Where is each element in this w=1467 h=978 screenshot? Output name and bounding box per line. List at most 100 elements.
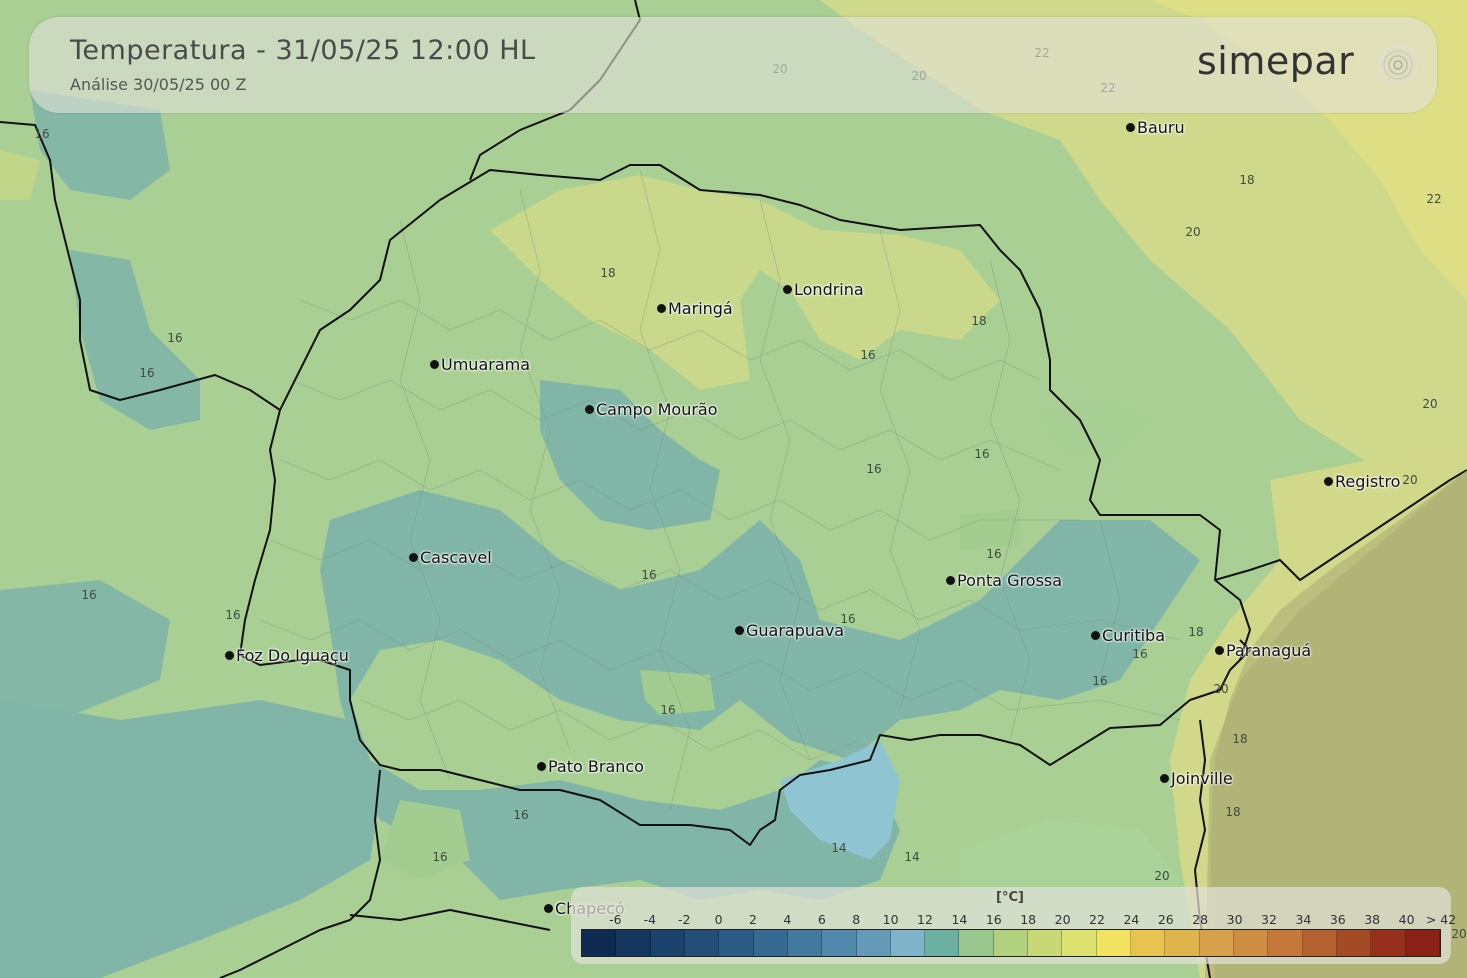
legend-swatch — [925, 930, 960, 956]
contour-label: 18 — [600, 266, 615, 280]
city-label: Maringá — [668, 299, 733, 318]
city-dot-icon — [657, 304, 666, 313]
brand-logo: simepar — [1197, 39, 1355, 83]
legend-tick-label: 36 — [1329, 912, 1346, 927]
city-marker-bauru[interactable]: Bauru — [1126, 119, 1185, 137]
contour-label: 20 — [1154, 869, 1169, 883]
legend-swatch — [1405, 930, 1440, 956]
city-marker-registro[interactable]: Registro — [1324, 473, 1400, 491]
contour-label: 14 — [831, 841, 846, 855]
legend-swatch — [1096, 930, 1131, 956]
legend-tick-label: 18 — [1020, 912, 1037, 927]
legend-tick-label: -6 — [609, 912, 622, 927]
contour-label: 16 — [974, 447, 989, 461]
legend-ticks: -6 -4 -2 0 2 4 6 8 10 12 14 16 18 20 22 24 26 28 30 32 34 36 3… — [581, 912, 1456, 928]
city-label: Ponta Grossa — [957, 571, 1063, 590]
legend-tick-label: 26 — [1157, 912, 1174, 927]
contour-label: 16 — [167, 331, 182, 345]
contour-label: 22 — [1426, 192, 1441, 206]
city-marker-joinville[interactable]: Joinville — [1160, 770, 1233, 788]
contour-label: 20 — [1422, 397, 1437, 411]
map-title: Temperatura - 31/05/25 12:00 HL — [70, 35, 536, 66]
legend-colorbar — [581, 929, 1441, 957]
legend-tick-label: > 42 — [1425, 912, 1457, 927]
legend-tick-label: 14 — [951, 912, 968, 927]
header-panel: Temperatura - 31/05/25 12:00 HL Análise … — [29, 17, 1437, 113]
legend-swatch — [719, 930, 754, 956]
legend-swatch — [1336, 930, 1372, 956]
legend-tick-label: 32 — [1261, 912, 1277, 927]
contour-label: 18 — [971, 314, 986, 328]
contour-label: 16 — [34, 127, 49, 141]
city-label: Cascavel — [420, 548, 492, 567]
legend-swatch — [1062, 930, 1097, 956]
city-dot-icon — [430, 360, 439, 369]
city-dot-icon — [735, 626, 744, 635]
contour-label: 16 — [986, 547, 1001, 561]
legend-swatch — [684, 930, 720, 956]
city-marker-umuarama[interactable]: Umuarama — [430, 356, 530, 374]
contour-label: 16 — [139, 366, 154, 380]
city-marker-campo-mourao[interactable]: Campo Mourão — [585, 401, 718, 419]
city-marker-paranagua[interactable]: Paranaguá — [1215, 642, 1311, 660]
legend-tick-label: 4 — [783, 912, 792, 927]
city-dot-icon — [409, 553, 418, 562]
contour-label: 20 — [1451, 927, 1466, 941]
city-dot-icon — [1126, 123, 1135, 132]
contour-label: 18 — [1225, 805, 1240, 819]
legend-swatch — [1199, 930, 1234, 956]
legend-swatch — [890, 930, 926, 956]
legend-swatch — [1131, 930, 1166, 956]
temperature-map[interactable]: 16 16 16 18 16 18 16 16 16 16 16 16 16 16 14 14 16 16 16 18… — [0, 0, 1467, 978]
contour-label: 16 — [660, 703, 675, 717]
contour-label: 16 — [1092, 674, 1107, 688]
city-marker-londrina[interactable]: Londrina — [783, 281, 864, 299]
city-label: Londrina — [794, 280, 864, 299]
contour-label: 20 — [1185, 225, 1200, 239]
contour-label: 14 — [904, 850, 919, 864]
city-marker-guarapuava[interactable]: Guarapuava — [735, 622, 844, 640]
city-label: Campo Mourão — [596, 400, 718, 419]
legend-tick-label: -2 — [677, 912, 691, 927]
city-label: Foz Do Iguaçu — [236, 646, 349, 665]
temperature-legend: [°C] -6 -4 -2 0 2 4 6 8 10 12 14 16 18 20 22 24 26 28 30 32… — [571, 887, 1456, 964]
contour-label: 20 — [1402, 473, 1417, 487]
radar-waves-icon — [1378, 45, 1418, 85]
city-dot-icon — [225, 651, 234, 660]
legend-swatch — [1371, 930, 1406, 956]
legend-swatch — [1302, 930, 1337, 956]
legend-swatch — [822, 930, 857, 956]
city-marker-maringa[interactable]: Maringá — [657, 300, 733, 318]
legend-swatch — [856, 930, 891, 956]
legend-tick-label: 2 — [749, 912, 757, 927]
legend-swatch — [650, 930, 685, 956]
city-marker-foz-do-iguacu[interactable]: Foz Do Iguaçu — [225, 647, 349, 665]
legend-tick-label: 22 — [1089, 912, 1105, 927]
legend-tick-label: 6 — [817, 912, 826, 927]
legend-unit: [°C] — [996, 890, 1024, 905]
city-dot-icon — [1324, 477, 1333, 486]
city-dot-icon — [783, 285, 792, 294]
city-label: Joinville — [1171, 769, 1233, 788]
legend-tick-label: 12 — [917, 912, 933, 927]
legend-tick-label: -4 — [643, 912, 657, 927]
city-dot-icon — [537, 762, 546, 771]
city-marker-ponta-grossa[interactable]: Ponta Grossa — [946, 572, 1062, 590]
city-marker-cascavel[interactable]: Cascavel — [409, 549, 492, 567]
city-label: Bauru — [1137, 118, 1185, 137]
city-marker-curitiba[interactable]: Curitiba — [1091, 627, 1165, 645]
city-dot-icon — [946, 576, 955, 585]
legend-tick-label: 10 — [882, 912, 899, 927]
legend-swatch — [582, 930, 617, 956]
city-dot-icon — [544, 904, 553, 913]
contour-label: 16 — [866, 462, 881, 476]
city-label: Guarapuava — [746, 621, 845, 640]
contour-label: 16 — [1132, 647, 1147, 661]
city-marker-pato-branco[interactable]: Pato Branco — [537, 758, 644, 776]
legend-tick-label: 38 — [1364, 912, 1381, 927]
legend-tick-label: 0 — [714, 912, 723, 927]
legend-swatch — [787, 930, 823, 956]
contour-label: 16 — [225, 608, 240, 622]
contour-label: 16 — [432, 850, 447, 864]
contour-label: 16 — [81, 588, 96, 602]
